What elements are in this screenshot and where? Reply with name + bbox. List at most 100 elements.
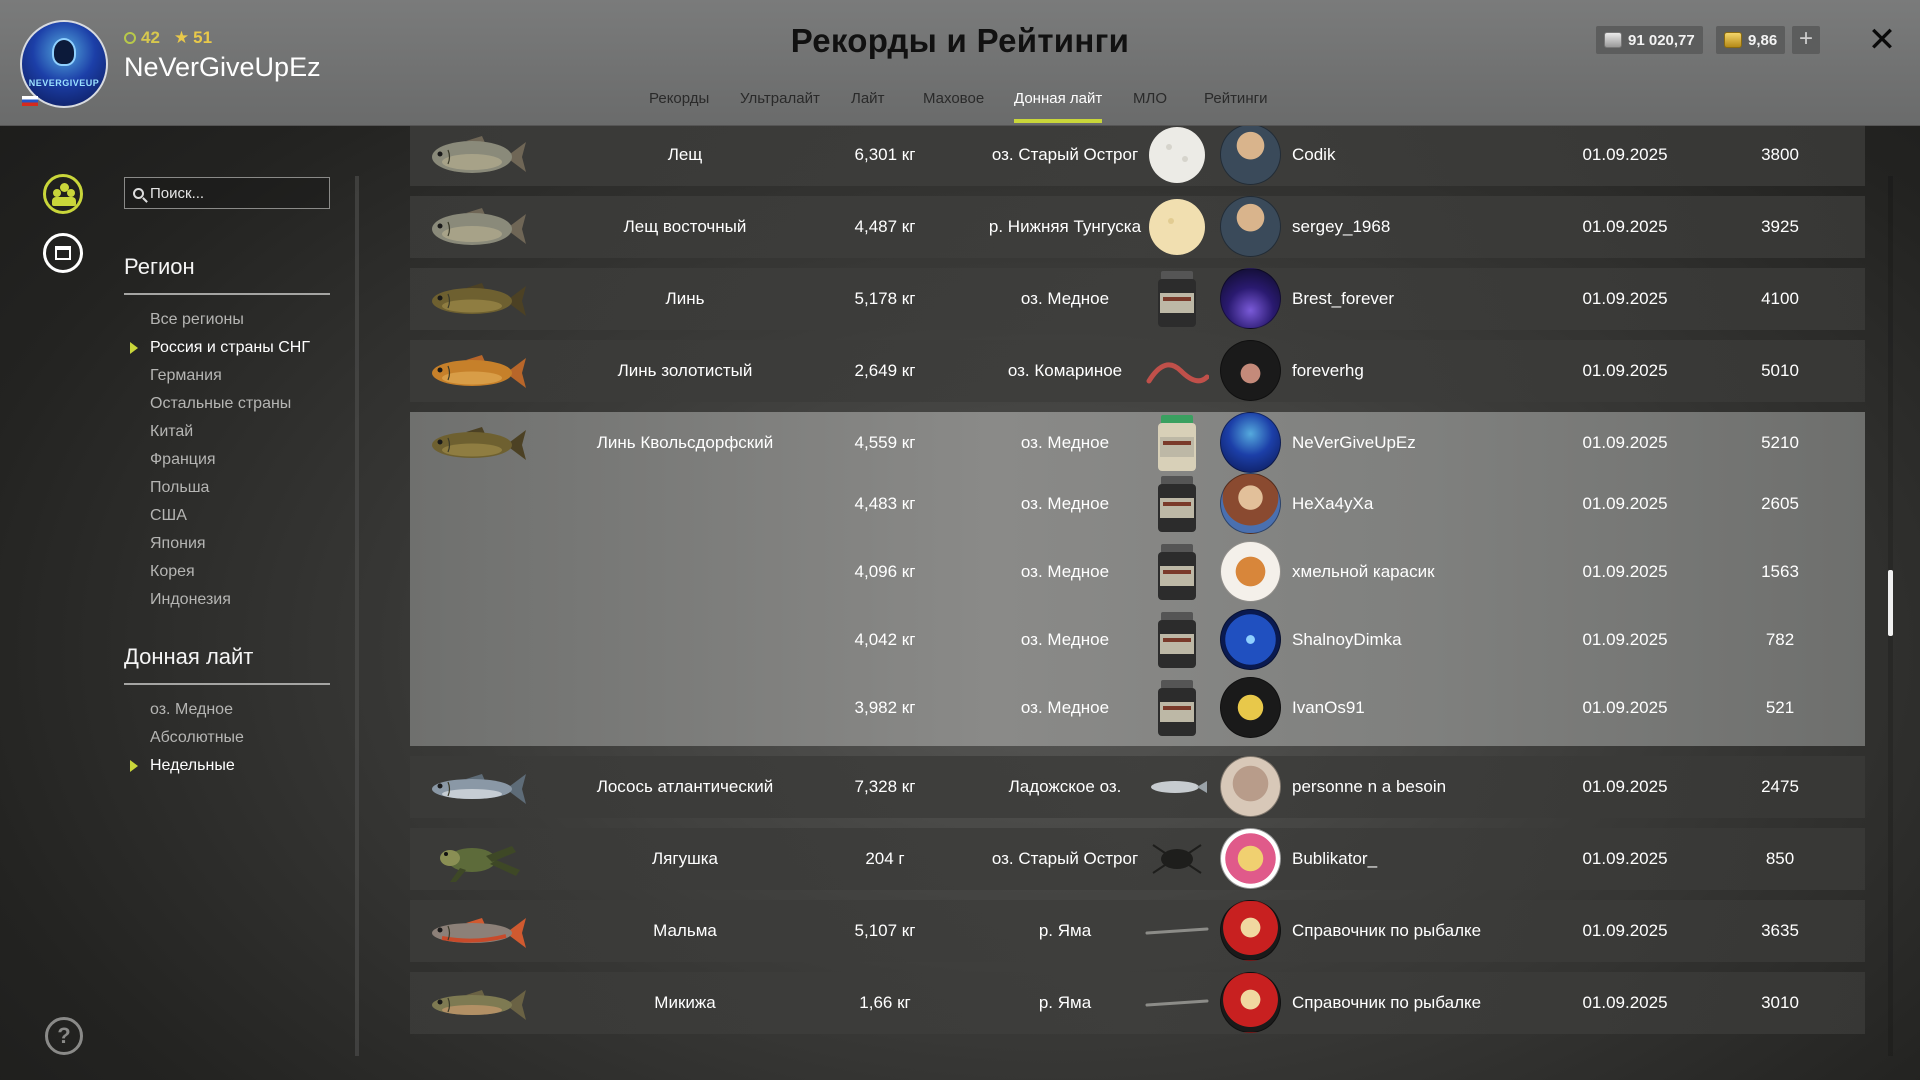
category-absolute[interactable]: Абсолютные bbox=[124, 724, 344, 752]
player-avatar-hamster[interactable] bbox=[1220, 541, 1281, 602]
sidebar-divider bbox=[355, 176, 359, 1056]
fish-name: Микижа bbox=[654, 993, 716, 1012]
record-date: 01.09.2025 bbox=[1582, 433, 1668, 452]
scrollbar-thumb[interactable] bbox=[1888, 570, 1893, 636]
player-name[interactable]: хмельной карасик bbox=[1292, 538, 1552, 606]
record-row[interactable]: Микижа 1,66 кг р. Яма Справочник по рыбалке… bbox=[410, 972, 1865, 1034]
region-poland[interactable]: Польша bbox=[124, 474, 344, 502]
player-avatar-bearded-man[interactable] bbox=[1220, 196, 1281, 257]
tab-mlo[interactable]: МЛО bbox=[1133, 88, 1167, 124]
groundbait-jar-icon bbox=[1145, 542, 1209, 602]
fish-name: Линь Квольсдорфский bbox=[596, 433, 774, 452]
player-name[interactable]: Brest_forever bbox=[1292, 265, 1552, 333]
record-row[interactable]: Мальма 5,107 кг р. Яма Справочник по рыбалк… bbox=[410, 900, 1865, 962]
close-button[interactable]: ✕ bbox=[1864, 22, 1900, 58]
record-score: 1563 bbox=[1761, 562, 1799, 581]
search-field[interactable] bbox=[124, 177, 330, 209]
player-name[interactable]: Справочник по рыбалке bbox=[1292, 897, 1552, 965]
record-row[interactable]: Лягушка 204 г оз. Старый Острог Bublikator_… bbox=[410, 828, 1865, 890]
record-date: 01.09.2025 bbox=[1582, 494, 1668, 513]
player-name[interactable]: Codik bbox=[1292, 126, 1552, 189]
fish-name: Лягушка bbox=[652, 849, 718, 868]
player-name[interactable]: sergey_1968 bbox=[1292, 193, 1552, 261]
tab-ultralight[interactable]: Ультралайт bbox=[740, 88, 820, 124]
player-avatar-team-logo[interactable] bbox=[1220, 972, 1281, 1033]
record-entry: Лосось атлантический 7,328 кг Ладожское оз… bbox=[410, 753, 1865, 821]
help-button[interactable]: ? bbox=[45, 1017, 83, 1055]
player-avatar-cat-glasses[interactable] bbox=[1220, 756, 1281, 817]
record-weight: 3,982 кг bbox=[854, 698, 916, 717]
player-avatar-helmet-person[interactable] bbox=[1220, 340, 1281, 401]
player-avatar-bearded-man[interactable] bbox=[1220, 126, 1281, 185]
record-entry: 3,982 кг оз. Медное IvanOs91 01.09.2025 521 bbox=[410, 674, 1865, 742]
record-date: 01.09.2025 bbox=[1582, 630, 1668, 649]
player-avatar-anime-hero[interactable] bbox=[1220, 828, 1281, 889]
fish-name: Лещ bbox=[667, 145, 703, 164]
dough-bait-icon bbox=[1145, 126, 1209, 185]
region-japan[interactable]: Япония bbox=[124, 530, 344, 558]
search-input[interactable] bbox=[150, 184, 320, 202]
player-avatar-letter-a[interactable] bbox=[1220, 677, 1281, 738]
archive-icon[interactable] bbox=[43, 233, 83, 273]
gold-balance: 9,86 bbox=[1716, 26, 1786, 54]
gold-amount: 9,86 bbox=[1748, 31, 1778, 49]
add-gold-button[interactable]: + bbox=[1792, 26, 1820, 54]
record-entry: Линь золотистый 2,649 кг оз. Комариное fore… bbox=[410, 337, 1865, 405]
player-name[interactable]: HeXa4yXa bbox=[1292, 470, 1552, 538]
record-row[interactable]: Линь золотистый 2,649 кг оз. Комариное fore… bbox=[410, 340, 1865, 402]
player-name[interactable]: Справочник по рыбалке bbox=[1292, 969, 1552, 1037]
record-score: 3925 bbox=[1761, 217, 1799, 236]
player-name[interactable]: foreverhg bbox=[1292, 337, 1552, 405]
region-all[interactable]: Все регионы bbox=[124, 306, 344, 334]
region-korea[interactable]: Корея bbox=[124, 558, 344, 586]
record-weight: 204 г bbox=[865, 849, 905, 868]
player-avatar-team-logo[interactable] bbox=[1220, 900, 1281, 961]
category-copper-lake[interactable]: оз. Медное bbox=[124, 696, 344, 724]
record-entry: 4,483 кг оз. Медное HeXa4yXa 01.09.2025 260… bbox=[410, 470, 1865, 538]
tab-light[interactable]: Лайт bbox=[851, 88, 884, 124]
record-row[interactable]: Лещ восточный 4,487 кг р. Нижняя Тунгуска s… bbox=[410, 196, 1865, 258]
record-weight: 1,66 кг bbox=[859, 993, 911, 1012]
tab-bottom-light[interactable]: Донная лайт bbox=[1014, 88, 1103, 124]
region-france[interactable]: Франция bbox=[124, 446, 344, 474]
record-score: 2475 bbox=[1761, 777, 1799, 796]
player-avatar-night-scene[interactable] bbox=[1220, 268, 1281, 329]
region-china[interactable]: Китай bbox=[124, 418, 344, 446]
player-avatar-fireworks[interactable] bbox=[1220, 609, 1281, 670]
player-name[interactable]: Bublikator_ bbox=[1292, 825, 1552, 893]
region-other[interactable]: Остальные страны bbox=[124, 390, 344, 418]
player-name[interactable]: personne n a besoin bbox=[1292, 753, 1552, 821]
player-avatar-anime-girl[interactable] bbox=[1220, 473, 1281, 534]
player-avatar-blue-mask[interactable] bbox=[1220, 412, 1281, 473]
fish-name: Лещ восточный bbox=[623, 217, 747, 236]
player-name[interactable]: NeVerGiveUpEz bbox=[1292, 409, 1552, 477]
region-germany[interactable]: Германия bbox=[124, 362, 344, 390]
record-date: 01.09.2025 bbox=[1582, 921, 1668, 940]
record-score: 782 bbox=[1765, 630, 1795, 649]
divider bbox=[124, 293, 330, 295]
category-weekly[interactable]: Недельные bbox=[124, 752, 344, 780]
record-row[interactable]: Лещ 6,301 кг оз. Старый Острог Codik 01.09.2… bbox=[410, 126, 1865, 186]
region-usa[interactable]: США bbox=[124, 502, 344, 530]
record-entry: Мальма 5,107 кг р. Яма Справочник по рыбалк… bbox=[410, 897, 1865, 965]
silver-balance: 91 020,77 bbox=[1596, 26, 1703, 54]
region-russia-cis[interactable]: Россия и страны СНГ bbox=[124, 334, 344, 362]
record-entry: Лягушка 204 г оз. Старый Острог Bublikator_… bbox=[410, 825, 1865, 893]
record-weight: 4,487 кг bbox=[854, 217, 916, 236]
tab-pole[interactable]: Маховое bbox=[923, 88, 984, 124]
dough-bait-yellow-icon bbox=[1145, 197, 1209, 257]
record-row[interactable]: Лосось атлантический 7,328 кг Ладожское оз… bbox=[410, 756, 1865, 818]
worm-icon bbox=[1145, 341, 1210, 401]
record-entry: 4,042 кг оз. Медное ShalnoyDimka 01.09.202… bbox=[410, 606, 1865, 674]
player-name[interactable]: IvanOs91 bbox=[1292, 674, 1552, 742]
tab-ratings[interactable]: Рейтинги bbox=[1204, 88, 1267, 124]
player-name[interactable]: ShalnoyDimka bbox=[1292, 606, 1552, 674]
record-score: 2605 bbox=[1761, 494, 1799, 513]
fish-name: Линь золотистый bbox=[617, 361, 753, 380]
record-score: 4100 bbox=[1761, 289, 1799, 308]
region-indonesia[interactable]: Индонезия bbox=[124, 586, 344, 614]
tab-records[interactable]: Рекорды bbox=[649, 88, 709, 124]
community-icon[interactable] bbox=[43, 174, 83, 214]
record-row[interactable]: Линь 5,178 кг оз. Медное Brest_forever 01.0… bbox=[410, 268, 1865, 330]
record-row[interactable]: Линь Квольсдорфский 4,559 кг оз. Медное Ne… bbox=[410, 412, 1865, 746]
